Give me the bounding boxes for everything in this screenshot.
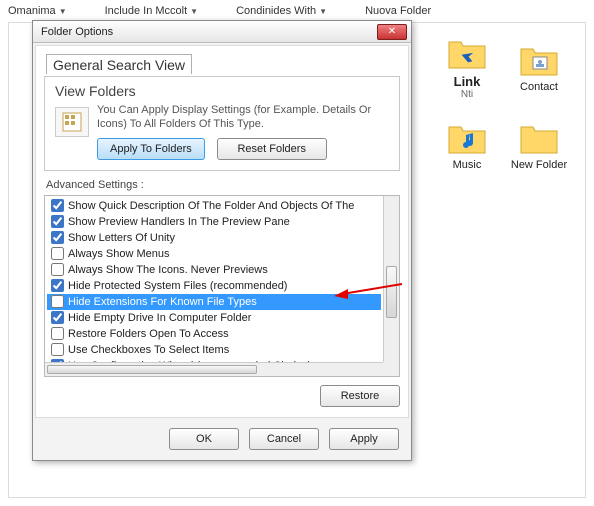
- close-button[interactable]: ✕: [377, 24, 407, 40]
- folder-music[interactable]: Music: [431, 108, 503, 186]
- apply-to-folders-button[interactable]: Apply To Folders: [97, 138, 205, 160]
- setting-label: Use Checkboxes To Select Items: [68, 344, 381, 356]
- folder-new[interactable]: New Folder: [503, 108, 575, 186]
- folder-icon: [519, 123, 559, 157]
- setting-row[interactable]: Hide Extensions For Known File Types: [47, 294, 381, 310]
- setting-row[interactable]: Show Letters Of Unity: [47, 230, 381, 246]
- menu-include[interactable]: Include In Mccolt ▼: [105, 5, 198, 17]
- view-folders-panel: View Folders You Can Apply Display Setti…: [44, 76, 400, 171]
- folder-link[interactable]: Link Nti: [431, 30, 503, 108]
- setting-label: Show Preview Handlers In The Preview Pan…: [68, 216, 381, 228]
- folder-view-icon: [55, 107, 89, 137]
- vertical-scrollbar[interactable]: [383, 196, 399, 362]
- titlebar[interactable]: Folder Options ✕: [33, 21, 411, 43]
- setting-checkbox[interactable]: [51, 279, 64, 292]
- folder-grid: Link Nti Contact Music New Folder: [431, 30, 586, 186]
- horizontal-scrollbar[interactable]: [45, 362, 383, 376]
- setting-checkbox[interactable]: [51, 343, 64, 356]
- setting-label: Hide Extensions For Known File Types: [68, 296, 381, 308]
- menu-condinides[interactable]: Condinides With ▼: [236, 5, 327, 17]
- setting-label: Hide Protected System Files (recommended…: [68, 280, 381, 292]
- folder-contact[interactable]: Contact: [503, 30, 575, 108]
- setting-checkbox[interactable]: [51, 311, 64, 324]
- close-icon: ✕: [388, 26, 396, 37]
- advanced-settings-list: Show Quick Description Of The Folder And…: [44, 195, 400, 377]
- menu-omanima[interactable]: Omanima ▼: [8, 5, 67, 17]
- explorer-toolbar: Omanima ▼ Include In Mccolt ▼ Condinides…: [0, 0, 594, 22]
- panel-title: View Folders: [55, 83, 389, 99]
- restore-button[interactable]: Restore: [320, 385, 400, 407]
- setting-row[interactable]: Restore Folders Open To Access: [47, 326, 381, 342]
- dialog-footer: OK Cancel Apply: [33, 420, 411, 460]
- setting-label: Always Show The Icons. Never Previews: [68, 264, 381, 276]
- setting-checkbox[interactable]: [51, 247, 64, 260]
- dialog-title: Folder Options: [41, 26, 113, 38]
- setting-row[interactable]: Show Quick Description Of The Folder And…: [47, 198, 381, 214]
- menu-nuova-folder[interactable]: Nuova Folder: [365, 5, 431, 17]
- setting-checkbox[interactable]: [51, 295, 64, 308]
- setting-label: Show Letters Of Unity: [68, 232, 381, 244]
- setting-row[interactable]: Always Show Menus: [47, 246, 381, 262]
- setting-label: Always Show Menus: [68, 248, 381, 260]
- cancel-button[interactable]: Cancel: [249, 428, 319, 450]
- reset-folders-button[interactable]: Reset Folders: [217, 138, 327, 160]
- setting-row[interactable]: Hide Empty Drive In Computer Folder: [47, 310, 381, 326]
- setting-label: Hide Empty Drive In Computer Folder: [68, 312, 381, 324]
- setting-checkbox[interactable]: [51, 215, 64, 228]
- setting-row[interactable]: Use Checkboxes To Select Items: [47, 342, 381, 358]
- setting-checkbox[interactable]: [51, 199, 64, 212]
- setting-row[interactable]: Always Show The Icons. Never Previews: [47, 262, 381, 278]
- advanced-label: Advanced Settings :: [46, 179, 400, 191]
- tabs-label[interactable]: General Search View: [46, 54, 192, 74]
- folder-contact-icon: [519, 45, 559, 79]
- folder-shortcut-icon: [447, 38, 487, 72]
- setting-checkbox[interactable]: [51, 263, 64, 276]
- ok-button[interactable]: OK: [169, 428, 239, 450]
- folder-music-icon: [447, 123, 487, 157]
- setting-label: Restore Folders Open To Access: [68, 328, 381, 340]
- panel-text: You Can Apply Display Settings (for Exam…: [97, 103, 389, 132]
- setting-checkbox[interactable]: [51, 327, 64, 340]
- apply-button[interactable]: Apply: [329, 428, 399, 450]
- folder-options-dialog: Folder Options ✕ General Search View Vie…: [32, 20, 412, 461]
- tab-bar: General Search View: [44, 52, 400, 74]
- setting-row[interactable]: Show Preview Handlers In The Preview Pan…: [47, 214, 381, 230]
- setting-row[interactable]: Hide Protected System Files (recommended…: [47, 278, 381, 294]
- setting-label: Show Quick Description Of The Folder And…: [68, 200, 381, 212]
- setting-checkbox[interactable]: [51, 231, 64, 244]
